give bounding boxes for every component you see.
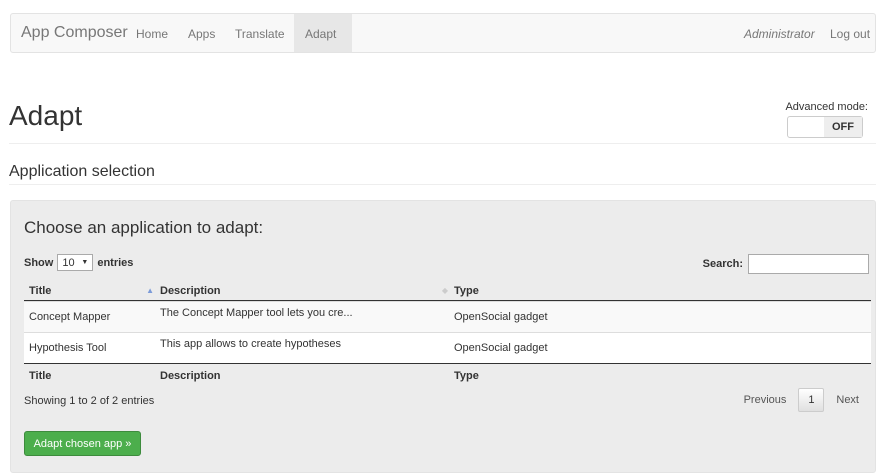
divider <box>9 184 876 185</box>
column-header-label: Type <box>454 284 479 297</box>
adapt-chosen-app-button[interactable]: Adapt chosen app » <box>24 431 141 456</box>
nav-adapt-active[interactable]: Adapt <box>294 14 352 52</box>
table-footer: Title Description Type <box>24 363 871 387</box>
table-row[interactable]: Concept Mapper The Concept Mapper tool l… <box>24 301 871 332</box>
apps-table: Title ▲ Description ◆ Type Concept Mappe… <box>24 281 871 387</box>
page-length-value: 10 <box>62 256 75 269</box>
cell-description: The Concept Mapper tool lets you cre... <box>160 307 353 319</box>
advanced-mode-toggle[interactable]: OFF <box>787 116 863 138</box>
column-header-type[interactable]: Type <box>454 285 871 297</box>
nav-translate[interactable]: Translate <box>235 27 285 41</box>
toggle-off-state[interactable]: OFF <box>824 117 862 137</box>
nav-apps[interactable]: Apps <box>188 27 215 41</box>
nav-adapt[interactable]: Adapt <box>305 27 336 41</box>
entries-label: entries <box>97 256 134 269</box>
cell-title: Concept Mapper <box>29 311 111 323</box>
column-header-description[interactable]: Description ◆ <box>160 285 454 297</box>
column-header-label: Description <box>160 284 221 297</box>
brand-link[interactable]: App Composer <box>21 24 128 42</box>
nav-home[interactable]: Home <box>136 27 168 41</box>
page-length-control: Show 10 ▼ entries <box>24 254 133 271</box>
table-row[interactable]: Hypothesis Tool This app allows to creat… <box>24 332 871 363</box>
navbar: App Composer Home Apps Translate Adapt A… <box>10 13 876 53</box>
page-button-1[interactable]: 1 <box>798 388 825 412</box>
cell-type: OpenSocial gadget <box>454 311 548 323</box>
table-header: Title ▲ Description ◆ Type <box>24 281 871 301</box>
search-control: Search: <box>703 254 869 274</box>
logout-link[interactable]: Log out <box>830 27 870 41</box>
table-info: Showing 1 to 2 of 2 entries <box>24 395 155 407</box>
user-name[interactable]: Administrator <box>744 27 815 41</box>
cell-title: Hypothesis Tool <box>29 342 107 354</box>
cell-type: OpenSocial gadget <box>454 342 548 354</box>
page-length-select[interactable]: 10 ▼ <box>57 254 94 271</box>
column-footer-description: Description <box>160 369 221 382</box>
column-header-label: Title <box>29 284 52 297</box>
advanced-mode-label: Advanced mode: <box>785 101 868 113</box>
app-selection-panel: Choose an application to adapt: Show 10 … <box>10 200 876 473</box>
page-title: Adapt <box>9 100 83 131</box>
chevron-down-icon: ▼ <box>81 259 89 266</box>
search-label: Search: <box>702 258 743 270</box>
pagination: Previous 1 Next <box>738 388 865 412</box>
cell-description: This app allows to create hypotheses <box>160 338 341 350</box>
previous-button[interactable]: Previous <box>738 394 793 406</box>
section-title: Application selection <box>9 163 155 180</box>
sort-ascending-icon: ▲ <box>146 285 154 295</box>
panel-title: Choose an application to adapt: <box>24 218 264 237</box>
sort-icon: ◆ <box>441 285 448 295</box>
show-label: Show <box>24 256 54 269</box>
search-input[interactable] <box>748 254 869 274</box>
column-header-title[interactable]: Title ▲ <box>24 285 160 297</box>
divider <box>9 143 876 144</box>
next-button[interactable]: Next <box>830 394 865 406</box>
column-footer-type: Type <box>454 369 479 382</box>
column-footer-title: Title <box>29 369 52 382</box>
